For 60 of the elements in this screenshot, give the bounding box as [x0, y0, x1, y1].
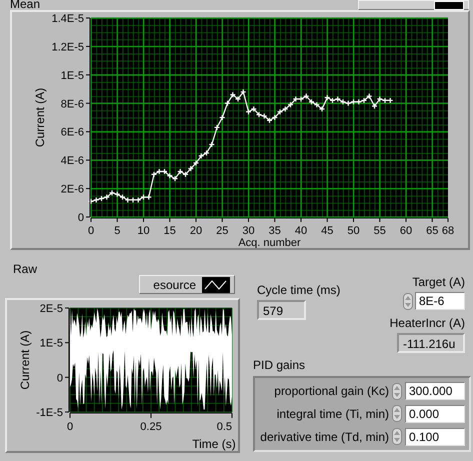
tick-label: 1.2E-5 [52, 41, 84, 54]
input-field[interactable]: 0.100 [405, 428, 465, 446]
plot-legend[interactable]: esource [139, 275, 235, 294]
waveform-icon [202, 276, 230, 292]
section-label: PID gains [253, 358, 306, 372]
field-label: Cycle time (ms) [257, 283, 340, 297]
data-point [214, 124, 220, 131]
tick-label: 60 [400, 225, 412, 237]
tick-label: 0 [88, 225, 94, 237]
tick-label: 68 [442, 225, 454, 237]
field-label: HeaterIncr (A) [390, 316, 465, 330]
tick-label: 65 [426, 225, 438, 237]
tick-label: 2E-5 [40, 303, 63, 315]
data-point [224, 100, 231, 106]
tick-label: 1E-5 [60, 70, 84, 82]
axis-title: Time (s) [192, 437, 236, 451]
tick-label: 50 [347, 225, 360, 237]
axis-title: Current (A) [18, 330, 32, 390]
value-display: 579 [257, 300, 306, 320]
spinner-icon[interactable] [392, 428, 402, 446]
field-label: Target (A) [412, 275, 465, 289]
tick-label: -1E-5 [36, 407, 63, 419]
tick-label: 40 [294, 225, 308, 237]
tick-label: 0.5 [216, 421, 232, 433]
tick-label: 15 [164, 225, 176, 237]
tick-label: 6E-6 [60, 126, 84, 139]
tick-label: 35 [268, 225, 281, 237]
data-point [208, 141, 215, 148]
tick-label: 0 [78, 212, 84, 224]
tick-label: 0.25 [140, 421, 162, 433]
panel-label: Raw [13, 262, 38, 276]
value-display: -111.216u [397, 333, 465, 353]
panel-label: Mean [10, 0, 40, 10]
tick-label: 1.4E-5 [52, 13, 84, 25]
input-field[interactable]: 0.000 [405, 404, 465, 423]
input-field[interactable]: 300.000 [405, 382, 465, 400]
field-label: proportional gain (Kc) [274, 384, 389, 398]
spinner-icon[interactable] [392, 382, 402, 400]
input-field[interactable]: 8E-6 [415, 292, 465, 310]
spinner-icon[interactable] [403, 292, 413, 310]
tick-label: 55 [374, 225, 386, 237]
spinner-icon[interactable] [392, 405, 402, 422]
tick-label: 8E-6 [60, 98, 84, 110]
plot-legend[interactable] [358, 0, 469, 10]
tick-label: 25 [216, 225, 228, 237]
axis-title: Current (A) [33, 88, 47, 148]
tick-label: 5 [114, 225, 120, 237]
tick-label: 4E-6 [60, 155, 84, 168]
tick-label: 30 [242, 225, 255, 237]
tick-label: 45 [321, 225, 334, 237]
tick-label: 0 [66, 421, 74, 433]
tick-label: 10 [137, 225, 150, 237]
tick-label: 20 [190, 225, 202, 237]
tick-label: 1E-5 [40, 338, 63, 350]
axis-title: Acq. number [238, 237, 301, 248]
field-label: derivative time (Td, min) [260, 430, 389, 444]
data-point [219, 114, 226, 121]
tick-label: 0 [56, 372, 63, 384]
field-label: integral time (Ti, min) [276, 406, 389, 421]
tick-label: 2E-6 [60, 184, 84, 196]
